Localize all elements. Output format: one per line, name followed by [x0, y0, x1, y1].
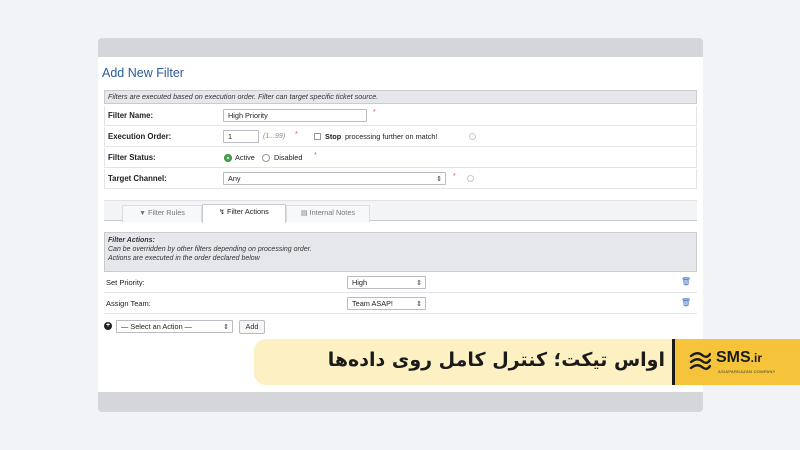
filter-icon: ▼	[139, 210, 147, 217]
required-mark: *	[314, 152, 317, 159]
add-button[interactable]: Add	[239, 320, 265, 334]
tab-label: Internal Notes	[309, 208, 356, 217]
stop-suffix-label: processing further on match!	[345, 132, 438, 141]
select-arrow-icon: ⇕	[436, 176, 442, 183]
status-disabled-label: Disabled	[274, 153, 303, 162]
select-arrow-icon: ⇕	[416, 280, 422, 287]
required-mark: *	[453, 173, 456, 180]
filter-status-row: Filter Status: Active Disabled *	[104, 148, 697, 168]
action-label: Assign Team:	[106, 299, 151, 308]
info-note: Filters are executed based on execution …	[104, 90, 697, 104]
notes-icon: ▤	[300, 210, 308, 217]
tab-filter-actions[interactable]: ↯ Filter Actions	[202, 204, 286, 223]
tab-filter-rules[interactable]: ▼ Filter Rules	[122, 205, 202, 222]
action-row: Set Priority: High ⇕ 🗑	[104, 272, 697, 293]
logo-tld: .ir	[750, 351, 763, 365]
help-icon[interactable]	[469, 133, 476, 140]
action-row: Assign Team: Team ASAP! ⇕ 🗑	[104, 293, 697, 314]
team-value: Team ASAP!	[352, 299, 393, 308]
filter-actions-note: Filter Actions: Can be overridden by oth…	[104, 232, 697, 272]
logo-text: SMS.ir	[716, 349, 762, 367]
stop-label: Stop	[325, 132, 342, 141]
logo-subtitle: ASIAPARDAZAN COMPANY	[718, 369, 776, 374]
required-mark: *	[295, 131, 298, 138]
page-title: Add New Filter	[102, 66, 184, 80]
actions-heading: Filter Actions:	[108, 237, 155, 244]
page: Add New Filter Filters are executed base…	[0, 0, 800, 450]
add-action-row: + — Select an Action — ⇕ Add	[104, 318, 404, 338]
select-action-dropdown[interactable]: — Select an Action — ⇕	[116, 320, 233, 333]
plus-icon: +	[104, 322, 112, 330]
tab-internal-notes[interactable]: ▤ Internal Notes	[286, 205, 370, 222]
action-label: Set Priority:	[106, 278, 145, 287]
trash-icon[interactable]: 🗑	[681, 277, 691, 286]
logo-main: SMS	[716, 349, 751, 366]
tab-label: Filter Rules	[148, 208, 185, 217]
stop-processing-checkbox[interactable]	[314, 133, 321, 140]
select-action-value: — Select an Action —	[121, 322, 192, 331]
target-channel-row: Target Channel: Any ⇕ *	[104, 169, 697, 189]
select-arrow-icon: ⇕	[223, 324, 229, 331]
execution-order-label: Execution Order:	[108, 132, 172, 141]
select-arrow-icon: ⇕	[416, 301, 422, 308]
execution-order-input[interactable]: 1	[223, 130, 259, 143]
actions-line-2: Actions are executed in the order declar…	[108, 255, 260, 262]
target-channel-select[interactable]: Any ⇕	[223, 172, 446, 185]
trash-icon[interactable]: 🗑	[681, 298, 691, 307]
filter-name-label: Filter Name:	[108, 111, 154, 120]
actions-line-1: Can be overridden by other filters depen…	[108, 246, 312, 253]
banner-text: اواس تیکت؛ کنترل کامل روی داده‌ها	[327, 349, 665, 371]
window-bottom-bar	[98, 392, 703, 412]
filter-name-input[interactable]: High Priority	[223, 109, 367, 122]
filter-status-label: Filter Status:	[108, 153, 156, 162]
help-icon[interactable]	[467, 175, 474, 182]
status-active-label: Active	[235, 153, 255, 162]
execution-order-row: Execution Order: 1 (1...99) * Stop proce…	[104, 127, 697, 147]
required-mark: *	[373, 109, 376, 116]
bolt-icon: ↯	[219, 209, 226, 216]
tab-label: Filter Actions	[227, 207, 269, 216]
status-active-radio[interactable]	[224, 154, 232, 162]
status-disabled-radio[interactable]	[262, 154, 270, 162]
team-select[interactable]: Team ASAP! ⇕	[347, 297, 426, 310]
window-top-bar	[98, 38, 703, 57]
execution-order-hint: (1...99)	[263, 133, 286, 140]
logo-wave-icon	[689, 352, 711, 370]
target-channel-label: Target Channel:	[108, 174, 167, 183]
priority-select[interactable]: High ⇕	[347, 276, 426, 289]
filter-name-row: Filter Name: High Priority *	[104, 106, 697, 126]
target-channel-value: Any	[228, 174, 241, 183]
tabs-bar: ▼ Filter Rules ↯ Filter Actions ▤ Internal …	[104, 200, 697, 223]
priority-value: High	[352, 278, 368, 287]
